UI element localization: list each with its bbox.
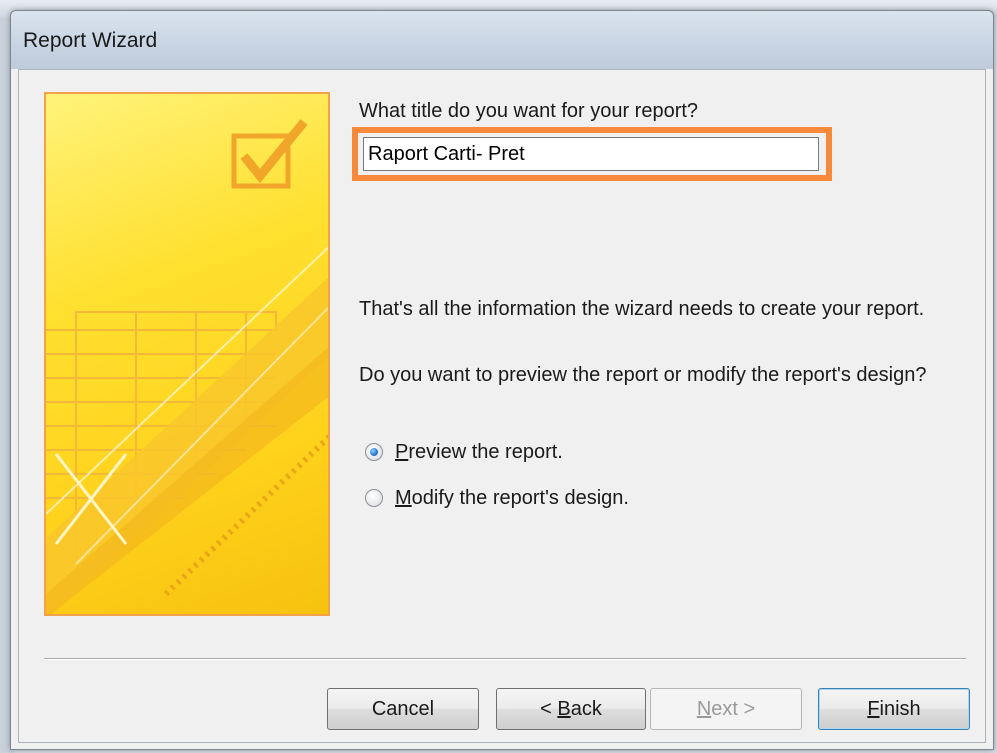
- next-button[interactable]: Next >: [650, 688, 802, 730]
- window-title: Report Wizard: [23, 29, 158, 52]
- cancel-button[interactable]: Cancel: [327, 688, 479, 730]
- report-title-input[interactable]: [363, 137, 819, 171]
- wizard-info-text: That's all the information the wizard ne…: [359, 298, 925, 320]
- report-wizard-dialog: Report Wizard What title do you want for…: [10, 10, 994, 750]
- wizard-question-text: Do you want to preview the report or mod…: [359, 364, 927, 386]
- preview-report-option[interactable]: Preview the report.: [365, 439, 563, 465]
- preview-radio-icon[interactable]: [365, 443, 383, 461]
- report-title-prompt: What title do you want for your report?: [359, 100, 699, 122]
- dialog-body: What title do you want for your report? …: [18, 69, 986, 743]
- footer-separator: [44, 658, 966, 660]
- back-button[interactable]: < Back: [496, 688, 646, 730]
- title-bar[interactable]: Report Wizard: [11, 11, 993, 69]
- preview-option-label: Preview the report.: [395, 440, 563, 463]
- wizard-illustration-icon: [44, 92, 330, 616]
- modify-option-label: Modify the report's design.: [395, 486, 629, 509]
- finish-button[interactable]: Finish: [818, 688, 970, 730]
- modify-radio-icon[interactable]: [365, 489, 383, 507]
- modify-design-option[interactable]: Modify the report's design.: [365, 485, 629, 511]
